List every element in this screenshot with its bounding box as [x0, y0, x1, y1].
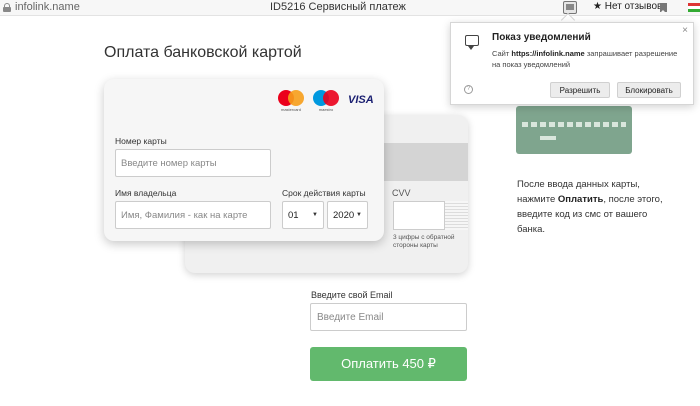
card-number-input[interactable]: Введите номер карты: [115, 149, 271, 177]
card-number-label: Номер карты: [115, 136, 167, 146]
popup-message: Сайт https://infolink.name запрашивает р…: [492, 49, 678, 69]
expiry-month-value: 01: [288, 209, 299, 221]
page-title: Оплата банковской картой: [104, 44, 302, 61]
browser-bar: infolink.name ID5216 Сервисный платеж ★ …: [0, 0, 700, 16]
cvv-label: CVV: [392, 188, 411, 198]
lock-icon: [3, 3, 11, 12]
maestro-logo: maestro: [313, 90, 339, 112]
expiry-year-value: 2020: [333, 209, 355, 221]
expiry-label: Срок действия карты: [282, 188, 366, 198]
popup-title: Показ уведомлений: [492, 32, 591, 43]
expiry-month-select[interactable]: 01 ▼: [282, 201, 324, 229]
pay-button[interactable]: Оплатить 450 ₽: [310, 347, 467, 381]
mastercard-logo: mastercard: [278, 90, 304, 112]
notification-permission-popup: × Показ уведомлений Сайт https://infolin…: [450, 22, 694, 105]
bank-card-image: [516, 106, 632, 154]
email-label: Введите свой Email: [311, 290, 393, 300]
visa-logo: VISA: [348, 94, 374, 106]
chevron-down-icon: ▼: [356, 212, 362, 218]
reviews-badge[interactable]: ★ Нет отзывов: [593, 1, 662, 12]
cvv-hint: 3 цифры с обратной стороны карты: [393, 234, 455, 249]
chat-bubble-icon: [465, 35, 479, 50]
card-holder-input[interactable]: Имя, Фамилия - как на карте: [115, 201, 271, 229]
close-icon[interactable]: ×: [682, 25, 688, 36]
allow-button[interactable]: Разрешить: [550, 82, 610, 98]
payment-instruction: После ввода данных карты, нажмите Оплати…: [517, 179, 663, 235]
flag-icon[interactable]: [688, 3, 700, 12]
tab-title: ID5216 Сервисный платеж: [270, 1, 406, 13]
card-front: mastercard maestro VISA Номер карты Введ…: [104, 79, 384, 241]
expiry-year-select[interactable]: 2020 ▼: [327, 201, 368, 229]
card-holder-label: Имя владельца: [115, 188, 177, 198]
chevron-down-icon: ▼: [312, 212, 318, 218]
cvv-input[interactable]: [393, 201, 445, 230]
notification-permission-icon[interactable]: [563, 1, 577, 14]
address-domain[interactable]: infolink.name: [15, 1, 80, 13]
bookmark-icon[interactable]: [660, 3, 667, 13]
email-input[interactable]: Введите Email: [310, 303, 467, 331]
info-icon[interactable]: ?: [464, 85, 473, 94]
block-button[interactable]: Блокировать: [617, 82, 681, 98]
